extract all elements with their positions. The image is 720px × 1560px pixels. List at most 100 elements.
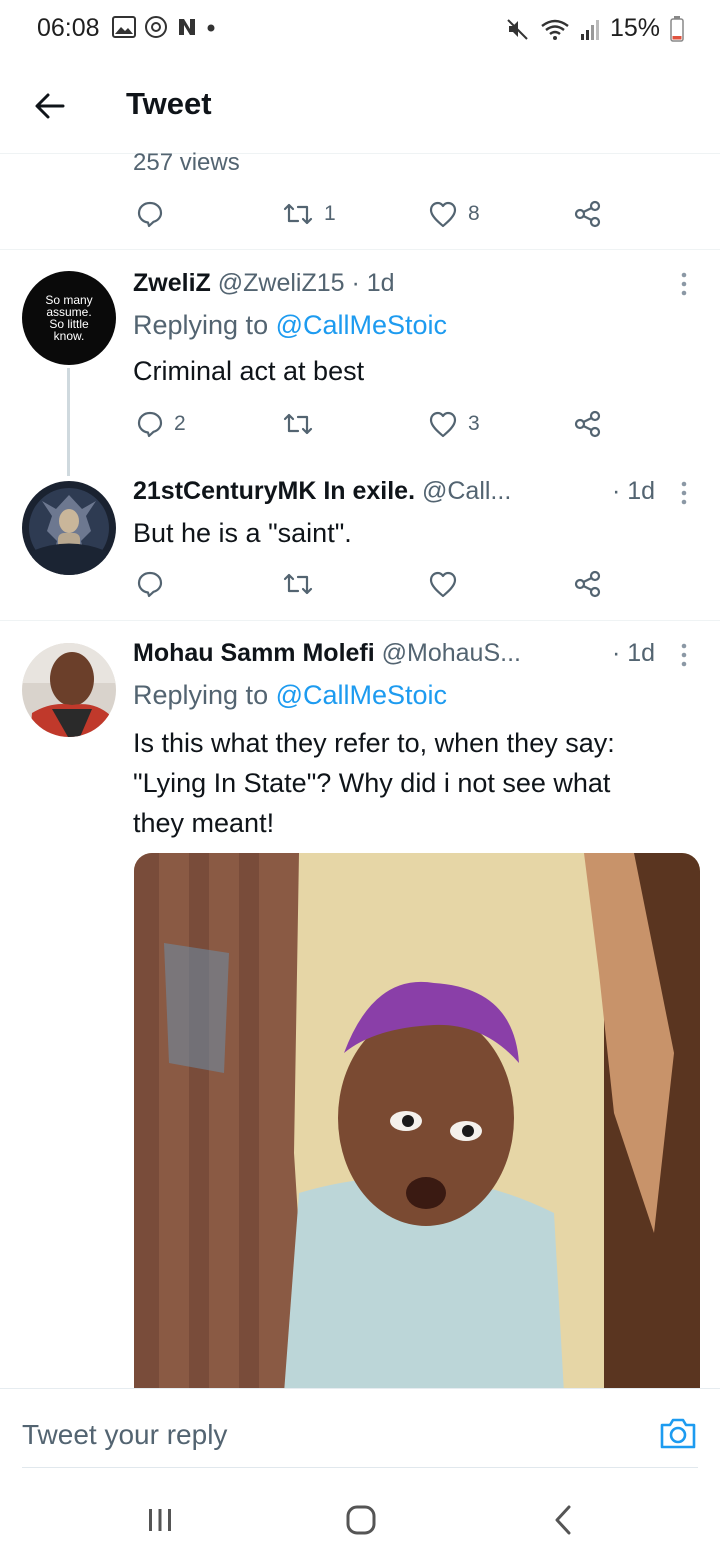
status-left-icons bbox=[112, 15, 216, 39]
tweet-time: · 1d bbox=[351, 269, 395, 297]
retweet-count: 1 bbox=[324, 202, 336, 225]
replying-to: Replying to @CallMeStoic bbox=[133, 680, 447, 711]
retweet-button[interactable] bbox=[282, 564, 324, 604]
more-options-button[interactable] bbox=[676, 641, 692, 669]
mention-link[interactable]: @CallMeStoic bbox=[276, 680, 447, 710]
share-button[interactable] bbox=[573, 404, 603, 444]
system-nav-bar bbox=[0, 1470, 720, 1560]
avatar-21stcenturymk[interactable] bbox=[22, 481, 116, 575]
like-button[interactable] bbox=[428, 564, 468, 604]
reply-button[interactable] bbox=[136, 564, 174, 604]
author-handle[interactable]: @ZweliZ15 bbox=[218, 269, 345, 297]
status-time: 06:08 bbox=[37, 14, 100, 42]
mute-icon bbox=[507, 18, 528, 40]
reply-1-actions: 2 3 bbox=[0, 404, 720, 444]
share-icon bbox=[574, 410, 601, 438]
main-tweet-actions: 1 8 bbox=[0, 194, 720, 234]
like-button[interactable]: 8 bbox=[428, 194, 480, 234]
more-vertical-icon bbox=[681, 643, 687, 667]
tweet-header: ZweliZ @ZweliZ15 · 1d bbox=[133, 269, 395, 298]
avatar-image bbox=[22, 481, 116, 575]
home-icon bbox=[346, 1505, 376, 1535]
tweet-time: · 1d bbox=[612, 477, 656, 505]
recent-apps-icon bbox=[149, 1509, 171, 1531]
share-icon bbox=[574, 200, 601, 228]
tweet-media-image[interactable] bbox=[134, 853, 700, 1393]
heart-icon bbox=[429, 411, 457, 438]
tweet-text: But he is a "saint". bbox=[133, 518, 352, 548]
author-name[interactable]: Mohau Samm Molefi bbox=[133, 639, 375, 667]
tweet-text-line: "Lying In State"? Why did i not see what bbox=[133, 768, 611, 798]
reply-icon bbox=[137, 411, 163, 438]
more-options-button[interactable] bbox=[676, 270, 692, 298]
media-photo bbox=[134, 853, 700, 1393]
reply-button[interactable] bbox=[136, 194, 174, 234]
tweet-text: Criminal act at best bbox=[133, 356, 365, 386]
reply-button[interactable]: 2 bbox=[136, 404, 186, 444]
author-handle[interactable]: @Call... bbox=[422, 477, 511, 505]
reply-icon bbox=[137, 571, 163, 598]
author-name[interactable]: 21stCenturyMK In exile. bbox=[133, 477, 415, 505]
back-nav-button[interactable] bbox=[543, 1500, 583, 1540]
retweet-icon bbox=[283, 573, 313, 595]
wifi-icon bbox=[541, 19, 569, 40]
mention-link[interactable]: @CallMeStoic bbox=[276, 310, 447, 340]
reply-count: 2 bbox=[174, 412, 186, 435]
sync-icon bbox=[145, 16, 167, 38]
tweet-text-line: they meant! bbox=[133, 808, 275, 838]
tweet-header: Mohau Samm Molefi @MohauS... bbox=[133, 639, 521, 668]
heart-icon bbox=[429, 571, 457, 598]
status-bar: 06:08 15% bbox=[0, 0, 720, 58]
tweet-header: 21stCenturyMK In exile. @Call... bbox=[133, 477, 511, 506]
signal-icon bbox=[580, 19, 599, 40]
author-name[interactable]: ZweliZ bbox=[133, 269, 211, 297]
avatar-mohau[interactable] bbox=[22, 643, 116, 737]
divider bbox=[0, 249, 720, 250]
retweet-button[interactable] bbox=[282, 404, 324, 444]
retweet-icon bbox=[283, 203, 313, 225]
like-button[interactable]: 3 bbox=[428, 404, 480, 444]
battery-icon bbox=[670, 15, 684, 42]
retweet-icon bbox=[283, 413, 313, 435]
home-button[interactable] bbox=[341, 1500, 381, 1540]
back-arrow-icon bbox=[35, 93, 65, 119]
avatar-zweliz[interactable]: So many assume. So little know. bbox=[22, 271, 116, 365]
replying-to-prefix: Replying to bbox=[133, 310, 276, 340]
reply-composer: Tweet your reply bbox=[0, 1388, 720, 1468]
tweet-text: Is this what they refer to, when they sa… bbox=[133, 723, 615, 843]
share-button[interactable] bbox=[573, 564, 603, 604]
reply-icon bbox=[137, 201, 163, 228]
page-title: Tweet bbox=[126, 86, 212, 121]
avatar-text-line: know. bbox=[53, 329, 85, 343]
reply-2-actions bbox=[0, 564, 720, 604]
chevron-left-icon bbox=[555, 1505, 571, 1535]
share-button[interactable] bbox=[573, 194, 603, 234]
camera-icon bbox=[660, 1418, 696, 1449]
replying-to-prefix: Replying to bbox=[133, 680, 276, 710]
like-count: 3 bbox=[468, 412, 480, 435]
recent-apps-button[interactable] bbox=[140, 1500, 180, 1540]
avatar-image bbox=[22, 643, 116, 737]
dot-icon bbox=[207, 24, 215, 32]
more-options-button[interactable] bbox=[676, 479, 692, 507]
back-button[interactable] bbox=[30, 86, 70, 126]
heart-icon bbox=[429, 201, 457, 228]
more-vertical-icon bbox=[681, 481, 687, 505]
gallery-icon bbox=[112, 16, 136, 38]
reply-input[interactable]: Tweet your reply bbox=[22, 1419, 227, 1451]
tweet-time: · 1d bbox=[612, 639, 656, 667]
more-vertical-icon bbox=[681, 272, 687, 296]
n-app-icon bbox=[179, 19, 195, 35]
replying-to: Replying to @CallMeStoic bbox=[133, 310, 447, 341]
battery-percent: 15% bbox=[609, 14, 660, 42]
author-handle[interactable]: @MohauS... bbox=[382, 639, 521, 667]
retweet-button[interactable]: 1 bbox=[282, 194, 336, 234]
composer-underline bbox=[22, 1467, 698, 1468]
divider bbox=[0, 620, 720, 621]
tweet-text-line: Is this what they refer to, when they sa… bbox=[133, 728, 615, 758]
camera-button[interactable] bbox=[658, 1413, 698, 1453]
views-count: 257 views bbox=[133, 149, 240, 176]
app-header: Tweet bbox=[0, 58, 720, 154]
status-right-icons: 15% bbox=[506, 14, 684, 43]
share-icon bbox=[574, 570, 601, 598]
